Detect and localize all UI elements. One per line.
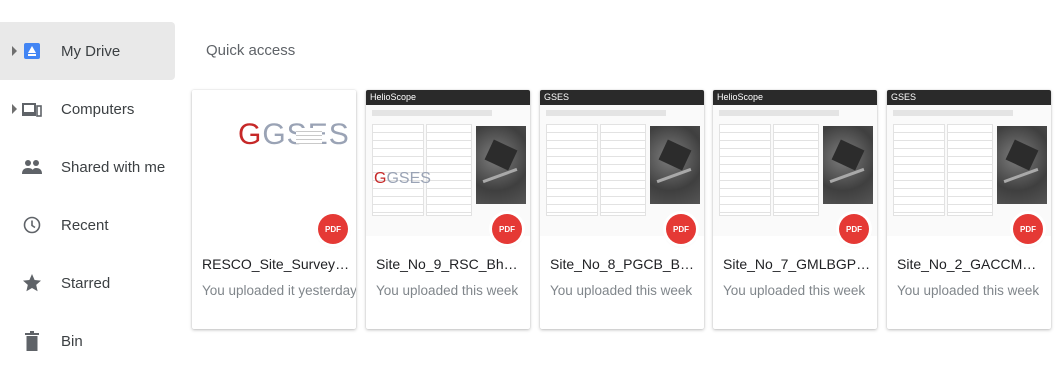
file-name: Site_No_9_RSC_Bhopal.pdf [376, 256, 524, 272]
clock-icon [20, 213, 44, 237]
file-activity: You uploaded this week [897, 283, 1040, 298]
my-drive-icon [20, 39, 44, 63]
report-subheader-line [546, 110, 666, 116]
file-activity: You uploaded this week [723, 283, 866, 298]
sidebar-item-computers[interactable]: Computers [0, 80, 175, 138]
satellite-map-image [997, 126, 1047, 204]
file-activity: You uploaded this week [550, 283, 693, 298]
file-activity: You uploaded it yesterday [202, 283, 356, 298]
sidebar-item-bin[interactable]: Bin [0, 312, 175, 370]
report-subheader-line [893, 110, 1013, 116]
report-header-bar: GSES [540, 90, 704, 105]
star-icon [20, 271, 44, 295]
sidebar-item-label: Bin [61, 332, 83, 350]
report-subheader-line [719, 110, 839, 116]
quick-access-heading: Quick access [206, 42, 296, 59]
report-table [719, 124, 771, 216]
expand-caret-icon[interactable] [12, 104, 17, 114]
sidebar-item-label: Shared with me [61, 158, 166, 176]
sidebar-item-shared-with-me[interactable]: Shared with me [0, 138, 175, 196]
sidebar-item-label: Starred [61, 274, 111, 292]
sidebar-item-label: Recent [61, 216, 109, 234]
report-table [773, 124, 819, 216]
report-table [546, 124, 598, 216]
satellite-map-image [650, 126, 700, 204]
report-table [947, 124, 993, 216]
sidebar-item-recent[interactable]: Recent [0, 196, 175, 254]
file-card[interactable]: HelioScope PDF Site_No_7_GMLBGPGC_Bhopal… [713, 90, 877, 329]
shared-with-me-icon [20, 155, 44, 179]
file-name: Site_No_2_GACCMH_Bhopal.pdf [897, 256, 1045, 272]
gses-logo: GGSES [374, 170, 431, 187]
file-card[interactable]: GGSES PDF RESCO_Site_Survey_report.pdf Y… [192, 90, 356, 329]
report-table [600, 124, 646, 216]
pdf-file-icon: PDF [666, 214, 696, 244]
file-name: Site_No_7_GMLBGPGC_Bhopal.pdf [723, 256, 871, 272]
pdf-file-icon: PDF [492, 214, 522, 244]
pdf-file-icon: PDF [839, 214, 869, 244]
computers-icon [20, 97, 44, 121]
file-activity: You uploaded this week [376, 283, 519, 298]
pdf-file-icon: PDF [318, 214, 348, 244]
trash-icon [20, 329, 44, 353]
sidebar-item-my-drive[interactable]: My Drive [0, 22, 175, 80]
expand-caret-icon[interactable] [12, 46, 17, 56]
gses-logo: GGSES [238, 118, 349, 151]
file-card[interactable]: GSES PDF Site_No_2_GACCMH_Bhopal.pdf You… [887, 90, 1051, 329]
report-header-bar: HelioScope [366, 90, 530, 105]
sidebar-item-starred[interactable]: Starred [0, 254, 175, 312]
pdf-file-icon: PDF [1013, 214, 1043, 244]
sidebar-item-label: My Drive [61, 42, 121, 60]
report-table [893, 124, 945, 216]
file-card[interactable]: GSES PDF Site_No_8_PGCB_Bhopal.pdf You u… [540, 90, 704, 329]
report-table [426, 124, 472, 216]
file-name: RESCO_Site_Survey_report.pdf [202, 256, 350, 272]
report-header-bar: HelioScope [713, 90, 877, 105]
report-header-bar: GSES [887, 90, 1051, 105]
logo-tagline-lines [296, 128, 322, 144]
sidebar-item-label: Computers [61, 100, 135, 118]
satellite-map-image [476, 126, 526, 204]
file-card[interactable]: HelioScope GGSES PDF Site_No_9_RSC_Bhopa… [366, 90, 530, 329]
file-name: Site_No_8_PGCB_Bhopal.pdf [550, 256, 698, 272]
satellite-map-image [823, 126, 873, 204]
report-subheader-line [372, 110, 492, 116]
sidebar: My Drive Computers Shared with me Recent… [0, 22, 175, 370]
